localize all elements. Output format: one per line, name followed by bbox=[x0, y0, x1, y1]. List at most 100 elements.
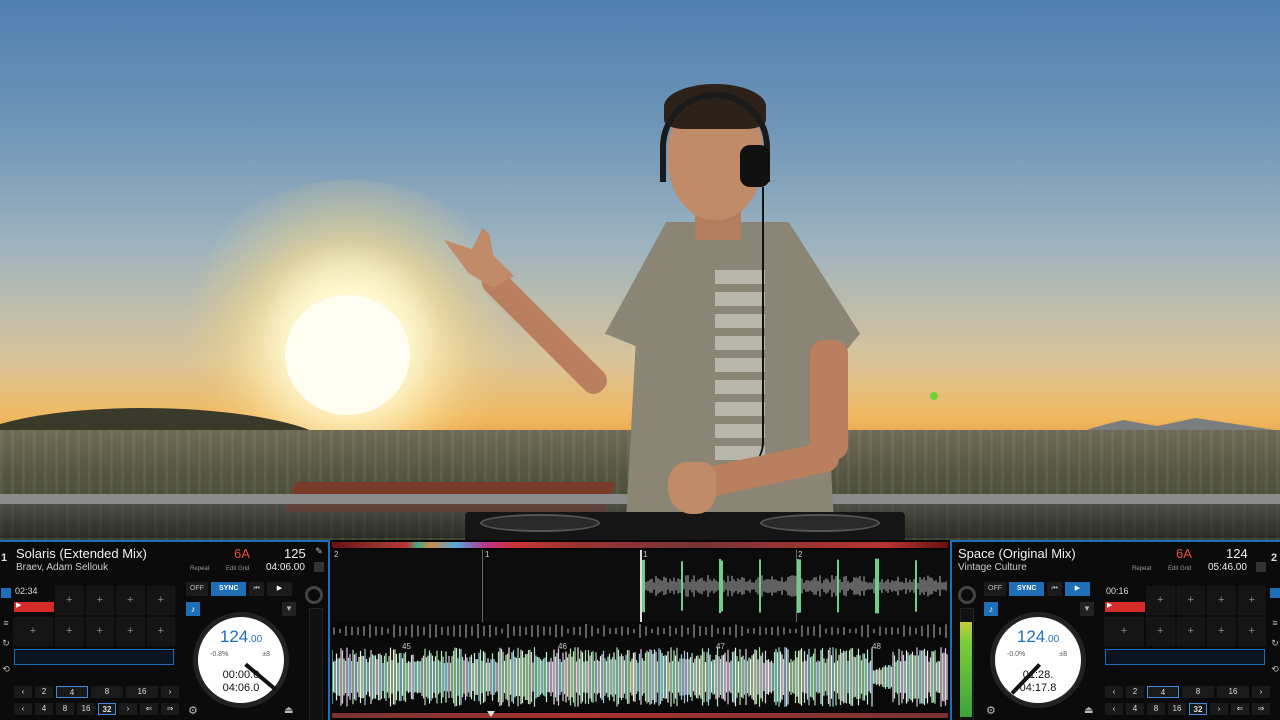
settings-icon[interactable]: ✎ bbox=[314, 546, 324, 556]
next-button[interactable]: › bbox=[119, 703, 137, 715]
track-overview[interactable] bbox=[332, 542, 948, 548]
hotcue-pads: + + + + + + + + bbox=[55, 586, 175, 646]
loop-strip[interactable] bbox=[1105, 649, 1265, 665]
fx-icon[interactable]: ⚙ bbox=[188, 704, 198, 717]
beat-size-button[interactable]: 8 bbox=[1147, 703, 1165, 715]
beat-size-button[interactable]: 16 bbox=[126, 686, 158, 698]
hotcue-pad[interactable]: + bbox=[13, 617, 53, 646]
eject-icon[interactable]: ⏏ bbox=[284, 705, 293, 716]
jog-bpm: 124.00 bbox=[198, 627, 284, 647]
beat-size-button[interactable]: 4 bbox=[35, 703, 53, 715]
prev-button[interactable]: ‹ bbox=[14, 686, 32, 698]
headphones-cable bbox=[730, 187, 764, 472]
grid-icon[interactable] bbox=[1256, 562, 1266, 572]
loop-icon[interactable]: ↻ bbox=[1, 638, 11, 648]
beat-label: 47 bbox=[716, 642, 725, 651]
jog-wheel[interactable]: 124.00 -0.8% ±8 00:00.0 04:06.0 bbox=[193, 612, 289, 708]
sync-icon[interactable]: ⟲ bbox=[1270, 664, 1280, 674]
transport-row: OFF SYNC ⏮ ▶ bbox=[186, 582, 293, 596]
waveform-area: 2 1 1 2 45 46 47 48 bbox=[332, 540, 948, 720]
hotcue-pad[interactable]: + bbox=[1237, 586, 1266, 615]
beat-size-button[interactable]: 4 bbox=[1126, 703, 1144, 715]
shield-icon[interactable] bbox=[1, 588, 11, 598]
keylock-button[interactable]: ♪ bbox=[984, 602, 998, 616]
prev-button[interactable]: ‹ bbox=[14, 703, 32, 715]
play-button[interactable]: ▶ bbox=[1064, 582, 1091, 596]
beat-size-button[interactable]: 8 bbox=[91, 686, 123, 698]
hotcue-pad[interactable]: + bbox=[85, 586, 114, 615]
beat-size-button[interactable]: 8 bbox=[1182, 686, 1214, 698]
hotcue-pad[interactable]: + bbox=[1146, 617, 1175, 646]
hotcue-pad[interactable]: + bbox=[1176, 617, 1205, 646]
sync-icon[interactable]: ⟲ bbox=[1, 664, 11, 674]
gain-knob[interactable] bbox=[305, 586, 323, 604]
shield-icon[interactable] bbox=[1270, 588, 1280, 598]
jump-forward-button[interactable]: ⇒ bbox=[161, 703, 179, 715]
hotcue-pad[interactable]: + bbox=[1207, 617, 1236, 646]
cue-button[interactable]: ⏮ bbox=[1047, 582, 1062, 596]
beat-size-button[interactable]: 4 bbox=[56, 686, 88, 698]
beat-size-button[interactable]: 32 bbox=[98, 703, 116, 715]
pitch-fader[interactable] bbox=[309, 608, 323, 720]
keylock-button[interactable]: ♪ bbox=[186, 602, 200, 616]
prev-button[interactable]: ‹ bbox=[1105, 703, 1123, 715]
hotcue-pad[interactable]: + bbox=[55, 586, 84, 615]
loop-size-row: ‹ 2 4 8 16 › bbox=[14, 686, 179, 700]
sync-button[interactable]: SYNC bbox=[1009, 582, 1045, 596]
list-icon[interactable]: ≡ bbox=[1, 618, 11, 628]
crossfader-strip[interactable] bbox=[332, 713, 948, 718]
jog-pitch-range: ±8 bbox=[262, 651, 270, 658]
waveform-deck-left[interactable]: 2 1 1 2 bbox=[332, 550, 948, 622]
waveform-deck-right[interactable]: 45 46 47 48 bbox=[332, 640, 948, 712]
play-button[interactable]: ▶ bbox=[266, 582, 293, 596]
beat-size-button[interactable]: 4 bbox=[1147, 686, 1179, 698]
hotcue-pad[interactable]: + bbox=[1237, 617, 1266, 646]
repeat-button[interactable]: Repeat bbox=[190, 566, 209, 572]
hotcue-pad[interactable]: + bbox=[55, 617, 84, 646]
hotcue-pad[interactable]: + bbox=[1104, 617, 1144, 646]
light-dot bbox=[930, 392, 938, 400]
loop-strip[interactable] bbox=[14, 649, 174, 665]
hotcue-pad[interactable]: + bbox=[116, 586, 145, 615]
controller-platter-right bbox=[760, 514, 880, 532]
hotcue-pad[interactable]: + bbox=[1207, 586, 1236, 615]
jump-forward-button[interactable]: ⇒ bbox=[1252, 703, 1270, 715]
dropdown-button[interactable]: ▼ bbox=[282, 602, 296, 616]
eject-icon[interactable]: ⏏ bbox=[1084, 705, 1093, 716]
off-button[interactable]: OFF bbox=[186, 582, 208, 596]
off-button[interactable]: OFF bbox=[984, 582, 1006, 596]
beat-size-button[interactable]: 16 bbox=[77, 703, 95, 715]
beat-size-button[interactable]: 16 bbox=[1168, 703, 1186, 715]
jump-back-button[interactable]: ⇐ bbox=[1231, 703, 1249, 715]
hotcue-pad[interactable]: + bbox=[146, 586, 175, 615]
prev-button[interactable]: ‹ bbox=[1105, 686, 1123, 698]
track-key: 6A bbox=[234, 546, 250, 561]
hotcue-pad[interactable]: + bbox=[85, 617, 114, 646]
repeat-button[interactable]: Repeat bbox=[1132, 566, 1151, 572]
jog-wheel[interactable]: 124.00 -0.0% ±8 01:28. 04:17.8 bbox=[990, 612, 1086, 708]
hotcue-pad[interactable]: + bbox=[116, 617, 145, 646]
gain-knob[interactable] bbox=[958, 586, 976, 604]
list-icon[interactable]: ≡ bbox=[1270, 618, 1280, 628]
jump-back-button[interactable]: ⇐ bbox=[140, 703, 158, 715]
next-button[interactable]: › bbox=[1252, 686, 1270, 698]
hotcue-pad[interactable]: + bbox=[1146, 586, 1175, 615]
next-button[interactable]: › bbox=[161, 686, 179, 698]
loop-icon[interactable]: ↻ bbox=[1270, 638, 1280, 648]
next-button[interactable]: › bbox=[1210, 703, 1228, 715]
beat-size-button[interactable]: 2 bbox=[1126, 686, 1144, 698]
beat-label: 46 bbox=[558, 642, 567, 651]
beat-size-button[interactable]: 32 bbox=[1189, 703, 1207, 715]
edit-grid-button[interactable]: Edit Grid bbox=[1168, 566, 1191, 572]
hotcue-pad[interactable]: + bbox=[146, 617, 175, 646]
beat-size-button[interactable]: 16 bbox=[1217, 686, 1249, 698]
sync-button[interactable]: SYNC bbox=[211, 582, 247, 596]
edit-grid-button[interactable]: Edit Grid bbox=[226, 566, 249, 572]
dropdown-button[interactable]: ▼ bbox=[1080, 602, 1094, 616]
beat-size-button[interactable]: 8 bbox=[56, 703, 74, 715]
beat-size-button[interactable]: 2 bbox=[35, 686, 53, 698]
grid-icon[interactable] bbox=[314, 562, 324, 572]
cue-button[interactable]: ⏮ bbox=[249, 582, 264, 596]
hotcue-pad[interactable]: + bbox=[1176, 586, 1205, 615]
fx-icon[interactable]: ⚙ bbox=[986, 704, 996, 717]
